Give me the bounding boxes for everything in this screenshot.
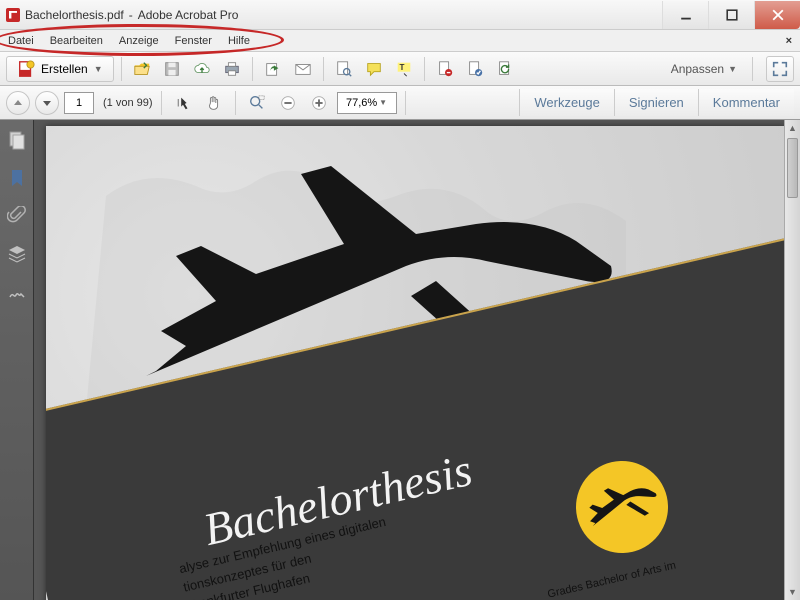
minimize-button[interactable] bbox=[662, 1, 708, 29]
menu-datei[interactable]: Datei bbox=[8, 35, 34, 47]
highlight-button[interactable]: T bbox=[391, 56, 417, 82]
printer-icon bbox=[223, 60, 241, 78]
cursor-text-icon: I bbox=[174, 94, 192, 112]
cloud-button[interactable] bbox=[189, 56, 215, 82]
email-button[interactable] bbox=[290, 56, 316, 82]
zoom-marquee-button[interactable] bbox=[244, 90, 270, 116]
form-button[interactable] bbox=[492, 56, 518, 82]
menu-anzeige[interactable]: Anzeige bbox=[119, 35, 159, 47]
primary-toolbar: Erstellen ▼ T Anpassen ▼ bbox=[0, 52, 800, 86]
scroll-up-icon[interactable]: ▲ bbox=[785, 120, 800, 136]
comment-button[interactable] bbox=[361, 56, 387, 82]
maximize-button[interactable] bbox=[708, 1, 754, 29]
hand-icon bbox=[205, 94, 223, 112]
navigation-pane bbox=[0, 120, 34, 600]
delete-page-button[interactable] bbox=[432, 56, 458, 82]
stamp-button[interactable] bbox=[462, 56, 488, 82]
customize-label: Anpassen bbox=[671, 62, 724, 76]
folder-open-icon bbox=[133, 60, 151, 78]
create-button[interactable]: Erstellen ▼ bbox=[6, 56, 114, 82]
page-number-input[interactable] bbox=[64, 92, 94, 114]
envelope-icon bbox=[294, 60, 312, 78]
menu-fenster[interactable]: Fenster bbox=[175, 35, 212, 47]
window-close-button[interactable] bbox=[754, 1, 800, 29]
page-count-label: (1 von 99) bbox=[103, 97, 153, 109]
customize-toolbar-button[interactable]: Anpassen ▼ bbox=[663, 62, 745, 76]
window-filename: Bachelorthesis.pdf bbox=[25, 8, 124, 22]
document-close-icon[interactable]: × bbox=[786, 35, 792, 47]
small-airplane-icon bbox=[579, 475, 666, 538]
reading-mode-button[interactable] bbox=[766, 56, 794, 82]
chevron-down-icon: ▼ bbox=[94, 64, 103, 74]
hand-tool[interactable] bbox=[201, 90, 227, 116]
zoom-out-button[interactable] bbox=[275, 90, 301, 116]
scrollbar-thumb[interactable] bbox=[787, 138, 798, 198]
stamp-icon bbox=[466, 60, 484, 78]
chevron-down-icon: ▼ bbox=[728, 64, 737, 74]
magnifier-doc-icon bbox=[335, 60, 353, 78]
signatures-icon[interactable] bbox=[7, 282, 27, 302]
floppy-disk-icon bbox=[163, 60, 181, 78]
scroll-down-icon[interactable]: ▼ bbox=[785, 584, 800, 600]
bookmarks-icon[interactable] bbox=[7, 168, 27, 188]
panel-kommentar[interactable]: Kommentar bbox=[698, 89, 794, 116]
panel-werkzeuge[interactable]: Werkzeuge bbox=[519, 89, 614, 116]
panel-signieren[interactable]: Signieren bbox=[614, 89, 698, 116]
form-refresh-icon bbox=[496, 60, 514, 78]
window-titlebar: Bachelorthesis.pdf - Adobe Acrobat Pro bbox=[0, 0, 800, 30]
chevron-down-icon: ▼ bbox=[379, 98, 387, 107]
search-button[interactable] bbox=[331, 56, 357, 82]
zoom-value: 77,6% bbox=[346, 97, 377, 109]
arrow-down-icon bbox=[42, 98, 52, 108]
expand-icon bbox=[771, 60, 789, 78]
share-arrow-icon bbox=[264, 60, 282, 78]
print-button[interactable] bbox=[219, 56, 245, 82]
content-area: Bachelorthesis alyse zur Empfehlung eine… bbox=[0, 120, 800, 600]
select-tool[interactable]: I bbox=[170, 90, 196, 116]
svg-text:I: I bbox=[176, 97, 179, 109]
create-pdf-icon bbox=[17, 60, 35, 78]
pdf-page: Bachelorthesis alyse zur Empfehlung eine… bbox=[46, 126, 786, 600]
pages-icon[interactable] bbox=[7, 130, 27, 150]
page-up-button[interactable] bbox=[6, 91, 30, 115]
minus-icon bbox=[279, 94, 297, 112]
vertical-scrollbar[interactable]: ▲ ▼ bbox=[784, 120, 800, 600]
open-button[interactable] bbox=[129, 56, 155, 82]
zoom-level-input[interactable]: 77,6% ▼ bbox=[337, 92, 397, 114]
cloud-upload-icon bbox=[193, 60, 211, 78]
layers-icon[interactable] bbox=[7, 244, 27, 264]
page-down-button[interactable] bbox=[35, 91, 59, 115]
menu-bar: Datei Bearbeiten Anzeige Fenster Hilfe × bbox=[0, 30, 800, 52]
speech-bubble-icon bbox=[365, 60, 383, 78]
page-delete-icon bbox=[436, 60, 454, 78]
share-button[interactable] bbox=[260, 56, 286, 82]
plus-icon bbox=[310, 94, 328, 112]
document-view[interactable]: Bachelorthesis alyse zur Empfehlung eine… bbox=[34, 120, 800, 600]
navigation-toolbar: (1 von 99) I 77,6% ▼ Werkzeuge Signieren… bbox=[0, 86, 800, 120]
window-appname: Adobe Acrobat Pro bbox=[138, 8, 239, 22]
svg-text:T: T bbox=[399, 62, 404, 71]
acrobat-app-icon bbox=[6, 8, 20, 22]
arrow-up-icon bbox=[13, 98, 23, 108]
save-button[interactable] bbox=[159, 56, 185, 82]
menu-bearbeiten[interactable]: Bearbeiten bbox=[50, 35, 103, 47]
zoom-select-icon bbox=[248, 94, 266, 112]
create-button-label: Erstellen bbox=[41, 62, 88, 76]
text-highlight-icon: T bbox=[395, 60, 413, 78]
attachments-icon[interactable] bbox=[7, 206, 27, 226]
zoom-in-button[interactable] bbox=[306, 90, 332, 116]
menu-hilfe[interactable]: Hilfe bbox=[228, 35, 250, 47]
